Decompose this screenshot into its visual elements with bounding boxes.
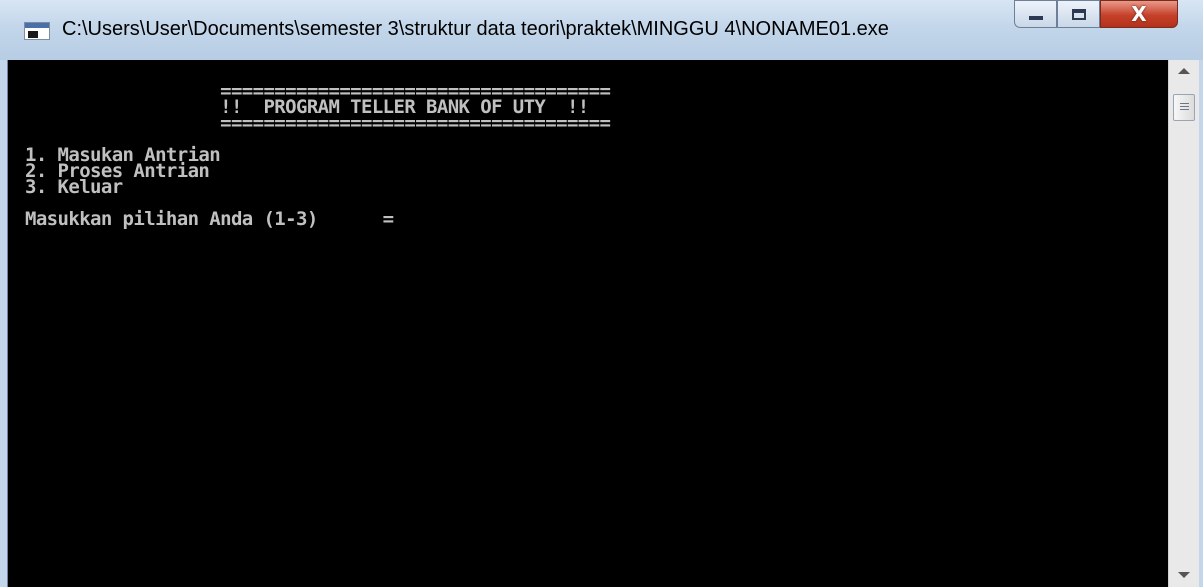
grip-icon	[1180, 103, 1189, 112]
scroll-down-icon[interactable]	[1178, 572, 1190, 578]
title-bar[interactable]: C:\Users\User\Documents\semester 3\struk…	[0, 0, 1203, 61]
console-app-icon[interactable]	[24, 22, 50, 40]
scroll-thumb[interactable]	[1173, 94, 1195, 121]
console-window: C:\Users\User\Documents\semester 3\struk…	[0, 0, 1203, 587]
minimize-button[interactable]	[1014, 0, 1057, 28]
console-output[interactable]: ==================================== !! …	[8, 60, 1168, 587]
console-line: 3. Keluar	[25, 176, 123, 198]
window-controls: X	[1014, 0, 1178, 30]
window-frame-left	[0, 60, 8, 587]
close-icon: X	[1131, 2, 1147, 26]
scroll-up-icon[interactable]	[1178, 68, 1190, 74]
maximize-button[interactable]	[1057, 0, 1100, 28]
console-line: ====================================	[25, 112, 611, 134]
minimize-icon	[1028, 16, 1043, 20]
console-text: ==================================== !! …	[25, 82, 611, 229]
maximize-icon	[1071, 8, 1086, 20]
console-prompt[interactable]: Masukkan pilihan Anda (1-3) =	[25, 210, 610, 229]
window-title: C:\Users\User\Documents\semester 3\struk…	[62, 18, 889, 40]
window-frame-right	[1199, 60, 1203, 587]
vertical-scrollbar[interactable]	[1168, 60, 1199, 587]
close-button[interactable]: X	[1100, 0, 1178, 28]
